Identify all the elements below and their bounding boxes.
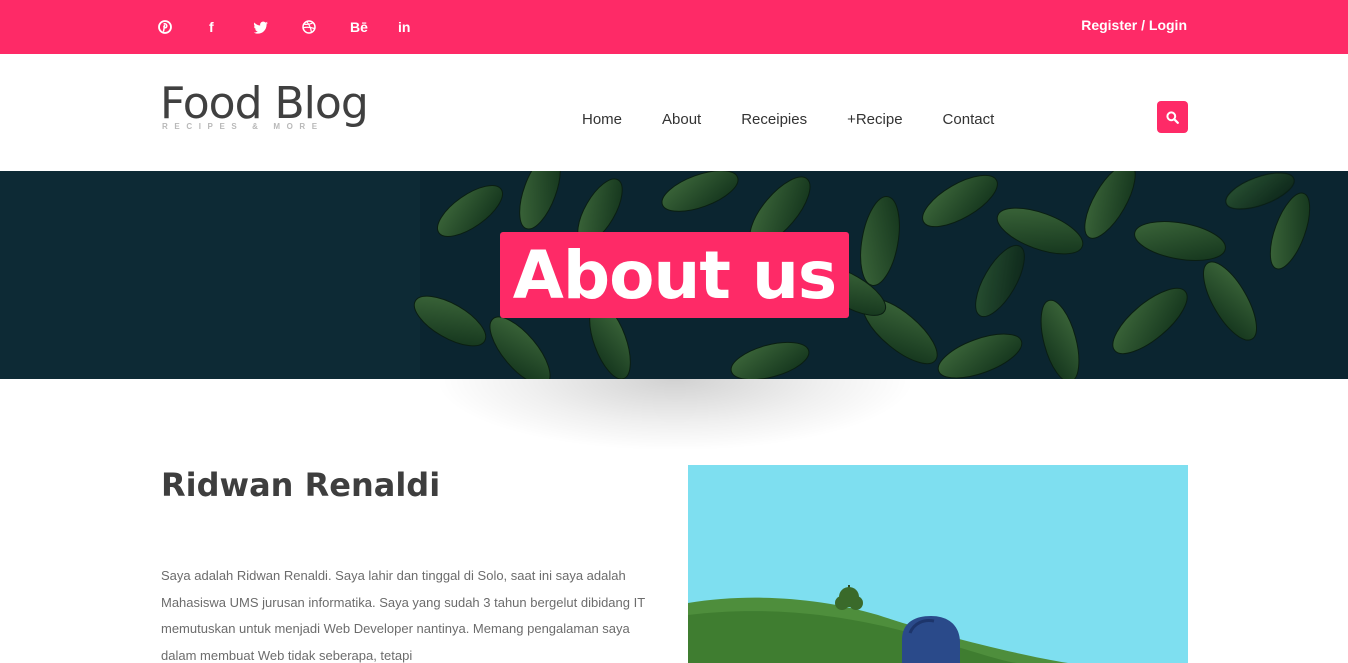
- nav-item-add-recipe[interactable]: +Recipe: [847, 111, 902, 128]
- main-nav: Home About Receipies +Recipe Contact: [582, 111, 1034, 128]
- linkedin-icon[interactable]: in: [398, 17, 446, 37]
- facebook-label: f: [209, 19, 214, 35]
- dribbble-icon[interactable]: [302, 17, 350, 37]
- search-icon: [1166, 110, 1179, 124]
- author-name: Ridwan Renaldi: [161, 466, 441, 504]
- hero-banner: About us: [0, 171, 1348, 379]
- author-bio: Saya adalah Ridwan Renaldi. Saya lahir d…: [161, 568, 645, 663]
- site-header: Food Blog RECIPES & MORE Home About Rece…: [0, 54, 1348, 171]
- nav-item-about[interactable]: About: [662, 111, 701, 128]
- author-photo: [688, 465, 1188, 663]
- linkedin-label: in: [398, 19, 411, 35]
- social-links: f Bē in: [158, 17, 446, 37]
- site-logo[interactable]: Food Blog RECIPES & MORE: [160, 78, 369, 132]
- register-login-link[interactable]: Register / Login: [1081, 17, 1187, 33]
- search-button[interactable]: [1157, 101, 1188, 133]
- nav-item-contact[interactable]: Contact: [943, 111, 995, 128]
- pinterest-icon[interactable]: [158, 17, 206, 37]
- top-bar: f Bē in Register / Login: [0, 0, 1348, 54]
- author-photo-image: [688, 465, 1188, 663]
- behance-label: Bē: [350, 19, 368, 35]
- facebook-icon[interactable]: f: [206, 17, 254, 37]
- behance-icon[interactable]: Bē: [350, 17, 398, 37]
- nav-item-home[interactable]: Home: [582, 111, 622, 128]
- twitter-icon[interactable]: [254, 17, 302, 37]
- logo-title: Food Blog: [160, 78, 369, 129]
- page-title: About us: [512, 236, 837, 314]
- hero-title-box: About us: [500, 232, 849, 318]
- hero-shadow: [440, 379, 910, 449]
- nav-item-receipies[interactable]: Receipies: [741, 111, 807, 128]
